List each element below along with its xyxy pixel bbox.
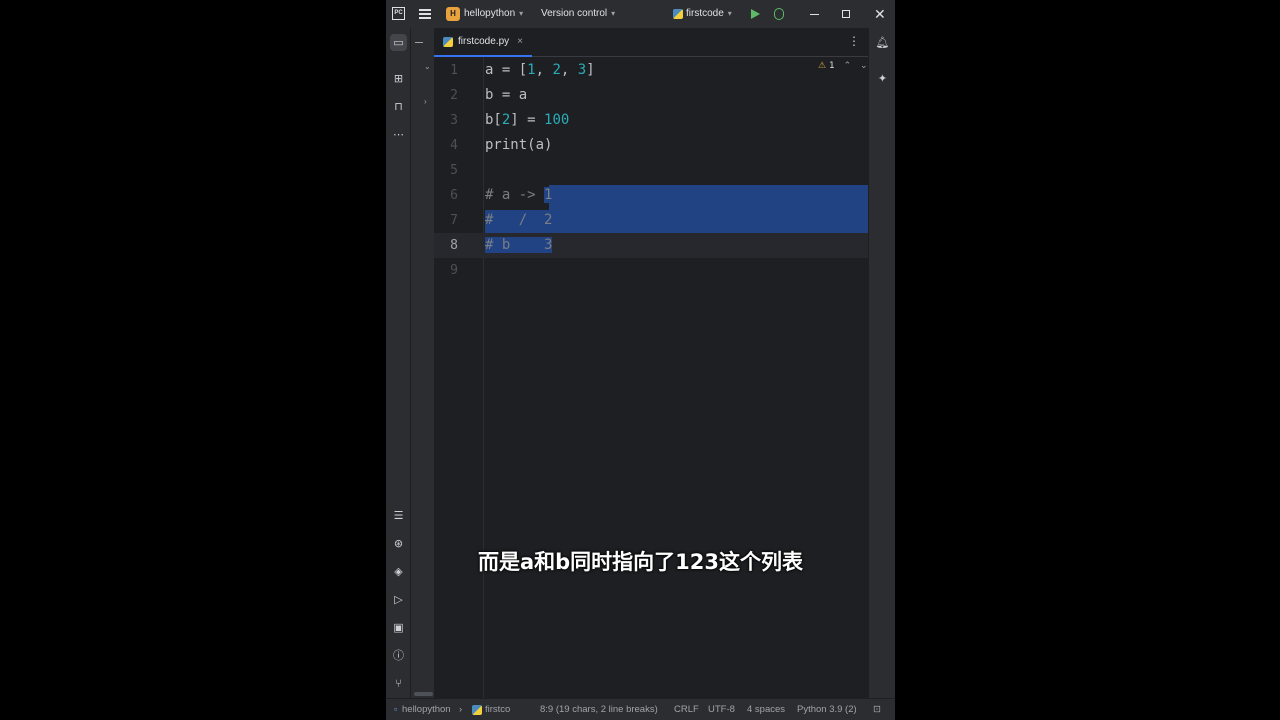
- terminal-icon[interactable]: ▣: [390, 619, 407, 636]
- project-name: hellopython: [464, 8, 516, 19]
- line-number: 8: [450, 238, 458, 253]
- notifications-icon[interactable]: 🔔︎: [875, 35, 890, 50]
- maximize-icon[interactable]: [842, 10, 850, 18]
- python-file-icon: [673, 9, 683, 19]
- editor-tab-bar: firstcode.py × ⋮: [434, 28, 868, 57]
- code-token: 100: [544, 112, 570, 128]
- tab-firstcode[interactable]: firstcode.py ×: [434, 28, 532, 57]
- video-subtitle: 而是a和b同时指向了123这个列表: [477, 550, 804, 574]
- git-icon[interactable]: ⑂: [390, 675, 407, 692]
- close-tab-icon[interactable]: ×: [517, 36, 523, 47]
- line-number: 4: [450, 138, 458, 153]
- line-number: 7: [450, 213, 458, 228]
- code-line[interactable]: 2 b = a: [434, 83, 868, 108]
- line-number: 9: [450, 263, 458, 278]
- code-line[interactable]: 1a = [1, 2, 3]: [434, 58, 868, 83]
- line-number: 5: [450, 163, 458, 178]
- main-menu-icon[interactable]: [419, 9, 431, 19]
- breadcrumb-separator-icon: ›: [459, 704, 463, 715]
- python-file-icon: [472, 705, 482, 715]
- code-text: # b 3: [485, 233, 553, 258]
- line-number: 3: [450, 113, 458, 128]
- line-number: 1: [450, 63, 458, 78]
- code-token: 3: [577, 62, 587, 78]
- code-text: # a -> 1: [485, 183, 553, 208]
- version-control-menu[interactable]: Version control ▾: [541, 8, 615, 19]
- code-text: b[2] = 100: [485, 108, 569, 133]
- left-toolbar: ▭ ⊞ ⊓ ⋯ ☰ ⊛ ◈ ▷ ▣ ⓘ ⑂: [386, 28, 411, 698]
- code-token: # / 2: [485, 212, 553, 228]
- file-encoding[interactable]: UTF-8: [708, 704, 735, 715]
- code-token: # b 3: [485, 237, 553, 253]
- problems-icon[interactable]: ⓘ: [390, 647, 407, 664]
- breadcrumb-project[interactable]: hellopython: [402, 704, 451, 715]
- todo-list-icon[interactable]: ☰: [390, 507, 407, 524]
- code-token: 1: [544, 187, 553, 203]
- code-line[interactable]: 8 # b 3: [434, 233, 868, 258]
- project-badge[interactable]: H: [446, 7, 460, 21]
- minimize-icon[interactable]: [810, 14, 819, 15]
- run-config-selector[interactable]: firstcode ▾: [686, 8, 732, 19]
- code-token: ,: [535, 62, 553, 78]
- code-token: print(a): [485, 137, 553, 153]
- line-number: 6: [450, 188, 458, 203]
- code-line[interactable]: 6 # a -> 1: [434, 183, 868, 208]
- run-config-label: firstcode: [686, 8, 724, 19]
- breadcrumb-file[interactable]: firstco: [485, 704, 510, 715]
- right-toolbar: 🔔︎ ✦: [868, 28, 895, 698]
- caret-position[interactable]: 8:9 (19 chars, 2 line breaks): [540, 704, 658, 715]
- chevron-down-icon: ▾: [727, 9, 732, 18]
- code-token: ] =: [510, 112, 545, 128]
- bookmarks-icon[interactable]: ⊓: [390, 98, 407, 115]
- read-only-lock-icon[interactable]: ⊡: [873, 704, 881, 715]
- code-token: ,: [560, 62, 578, 78]
- code-token: ]: [586, 62, 595, 78]
- line-number: 2: [450, 88, 458, 103]
- code-text: a = [1, 2, 3]: [485, 58, 595, 83]
- python-file-icon: [443, 36, 453, 47]
- tab-options-icon[interactable]: ⋮: [848, 34, 860, 48]
- code-token: b[: [485, 112, 502, 128]
- code-token: b = a: [485, 87, 528, 103]
- code-token: 2: [552, 62, 561, 78]
- chevron-down-icon: ▾: [519, 9, 524, 18]
- services-icon[interactable]: ▷: [390, 591, 407, 608]
- chevron-right-icon[interactable]: ›: [424, 97, 427, 106]
- code-line[interactable]: 5: [434, 158, 868, 183]
- more-icon[interactable]: ⋯: [390, 126, 407, 143]
- structure-icon[interactable]: ⊞: [390, 70, 407, 87]
- project-selector[interactable]: hellopython ▾: [464, 8, 523, 19]
- hide-panel-icon[interactable]: [415, 42, 423, 43]
- title-bar: PC H hellopython ▾ Version control ▾ fir…: [386, 0, 895, 28]
- pycharm-logo-icon[interactable]: PC: [392, 7, 405, 20]
- chevron-down-icon[interactable]: ⌄: [424, 62, 431, 71]
- close-window-icon[interactable]: ✕: [874, 6, 886, 22]
- code-line[interactable]: 3 b[2] = 100: [434, 108, 868, 133]
- project-folder-icon[interactable]: ▭: [390, 34, 407, 51]
- code-token: 1: [527, 62, 536, 78]
- chevron-down-icon: ▾: [611, 9, 616, 18]
- code-line[interactable]: 4 print(a): [434, 133, 868, 158]
- module-icon: ▫: [394, 704, 398, 715]
- indent-setting[interactable]: 4 spaces: [747, 704, 785, 715]
- code-token: # a ->: [485, 187, 545, 203]
- code-token: a = [: [485, 62, 528, 78]
- code-line[interactable]: 7 # / 2: [434, 208, 868, 233]
- code-text: b = a: [485, 83, 527, 108]
- ide-window: PC H hellopython ▾ Version control ▾ fir…: [386, 0, 895, 720]
- project-panel-collapsed: ⌄ ›: [411, 28, 434, 698]
- version-control-label: Version control: [541, 8, 608, 19]
- run-icon[interactable]: [751, 9, 760, 19]
- horizontal-scrollbar[interactable]: [414, 692, 433, 696]
- code-editor[interactable]: ⚠ 1 ⌃ ⌄ 1a = [1, 2, 3] 2 b = a 3 b[2] = 100 4…: [434, 57, 868, 698]
- ai-assistant-icon[interactable]: ✦: [875, 71, 890, 86]
- code-text: # / 2: [485, 208, 553, 233]
- code-line[interactable]: 9: [434, 258, 868, 283]
- python-interpreter[interactable]: Python 3.9 (2): [797, 704, 857, 715]
- line-ending[interactable]: CRLF: [674, 704, 699, 715]
- tab-label: firstcode.py: [458, 36, 510, 47]
- debug-icon[interactable]: [774, 8, 784, 20]
- code-text: print(a): [485, 133, 552, 158]
- status-bar: ▫ hellopython › firstco 8:9 (19 chars, 2…: [386, 698, 895, 720]
